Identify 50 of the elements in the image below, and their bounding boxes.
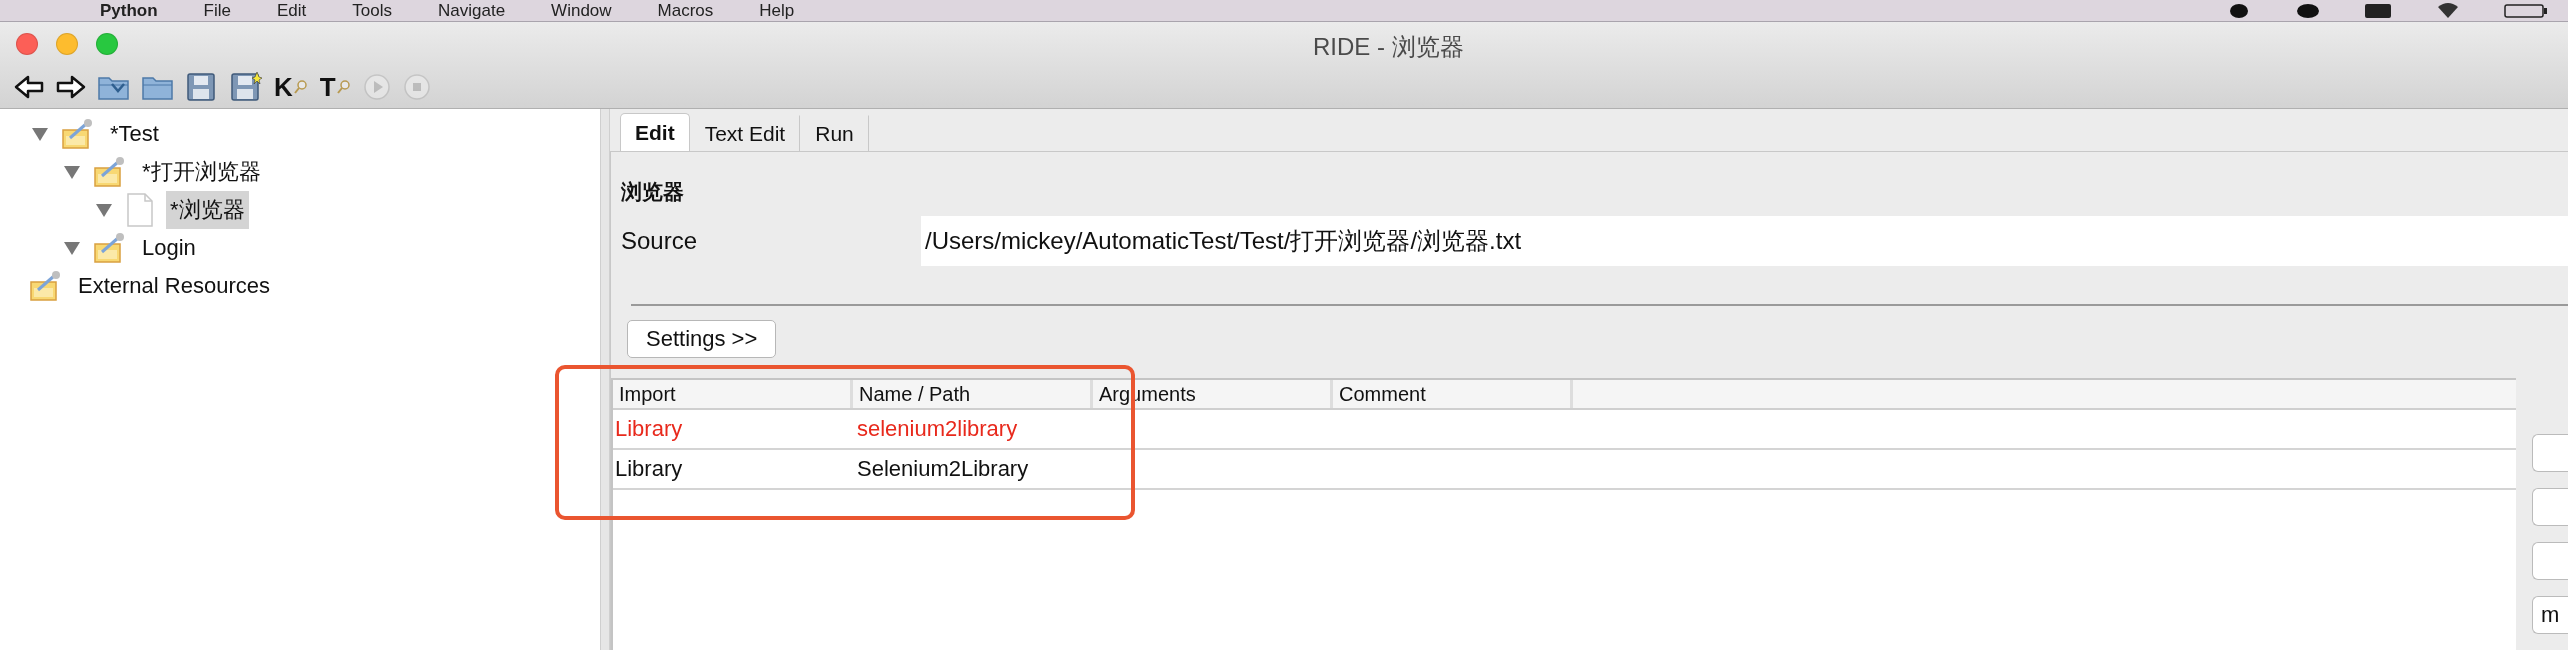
magnifier-icon <box>336 80 351 94</box>
menu-item[interactable]: Tools <box>352 0 392 21</box>
folder-wrench-icon <box>30 270 62 302</box>
tree-item[interactable]: *浏览器 <box>166 191 249 229</box>
folder-wrench-icon <box>62 118 94 150</box>
tree-item[interactable]: External Resources <box>74 269 274 303</box>
table-cell[interactable]: Library <box>613 456 855 482</box>
save-icon[interactable] <box>186 72 218 102</box>
menu-item[interactable]: Macros <box>657 0 714 21</box>
tree-item[interactable]: Login <box>138 231 200 265</box>
table-cell[interactable]: Selenium2Library <box>855 456 1097 482</box>
back-arrow-icon[interactable] <box>14 75 44 99</box>
magnifier-icon <box>293 80 308 94</box>
expanded-triangle-icon[interactable] <box>31 126 49 142</box>
menu-item[interactable]: File <box>203 0 231 21</box>
menu-item[interactable]: Edit <box>277 0 307 21</box>
search-tool-letter[interactable]: T <box>319 71 336 103</box>
menu-item[interactable]: Navigate <box>438 0 506 21</box>
folder-wrench-icon <box>94 156 126 188</box>
expanded-triangle-icon[interactable] <box>95 202 113 218</box>
settings-button[interactable]: Settings >> <box>627 320 777 358</box>
document-icon <box>126 193 154 227</box>
table-cell[interactable]: selenium2library <box>855 416 1097 442</box>
menu-item[interactable]: Help <box>759 0 795 21</box>
menu-item[interactable]: Window <box>551 0 612 21</box>
zoom-button[interactable] <box>96 33 118 55</box>
menu-item[interactable]: Python <box>100 0 158 21</box>
tab[interactable]: Text Edit <box>689 115 801 151</box>
tree-item[interactable]: *打开浏览器 <box>138 153 265 191</box>
wifi-icon[interactable] <box>2436 2 2460 19</box>
tree-item[interactable]: *Test <box>106 117 163 151</box>
source-label: Source <box>620 227 699 255</box>
source-field[interactable]: /Users/mickey/AutomaticTest/Test/打开浏览器/浏览器.txt <box>921 216 2568 266</box>
column-header[interactable]: Name / Path <box>853 380 1093 408</box>
table-cell[interactable]: Library <box>613 416 855 442</box>
side-button[interactable]: m <box>2532 596 2568 634</box>
save-all-icon[interactable] <box>230 72 262 102</box>
tab[interactable]: Run <box>800 115 869 151</box>
forward-arrow-icon[interactable] <box>56 75 86 99</box>
window-title: RIDE - 浏览器 <box>1313 32 1464 62</box>
battery-icon[interactable] <box>2504 2 2548 19</box>
tab[interactable]: Edit <box>620 113 690 151</box>
search-tool-letter[interactable]: K <box>274 71 293 103</box>
expanded-triangle-icon[interactable] <box>63 240 81 256</box>
folder-wrench-icon <box>94 232 126 264</box>
expanded-triangle-icon[interactable] <box>63 164 81 180</box>
close-button[interactable] <box>16 33 38 55</box>
column-header[interactable]: Import <box>613 380 853 408</box>
file-heading: 浏览器 <box>620 179 685 205</box>
column-header[interactable]: Comment <box>1333 380 1573 408</box>
